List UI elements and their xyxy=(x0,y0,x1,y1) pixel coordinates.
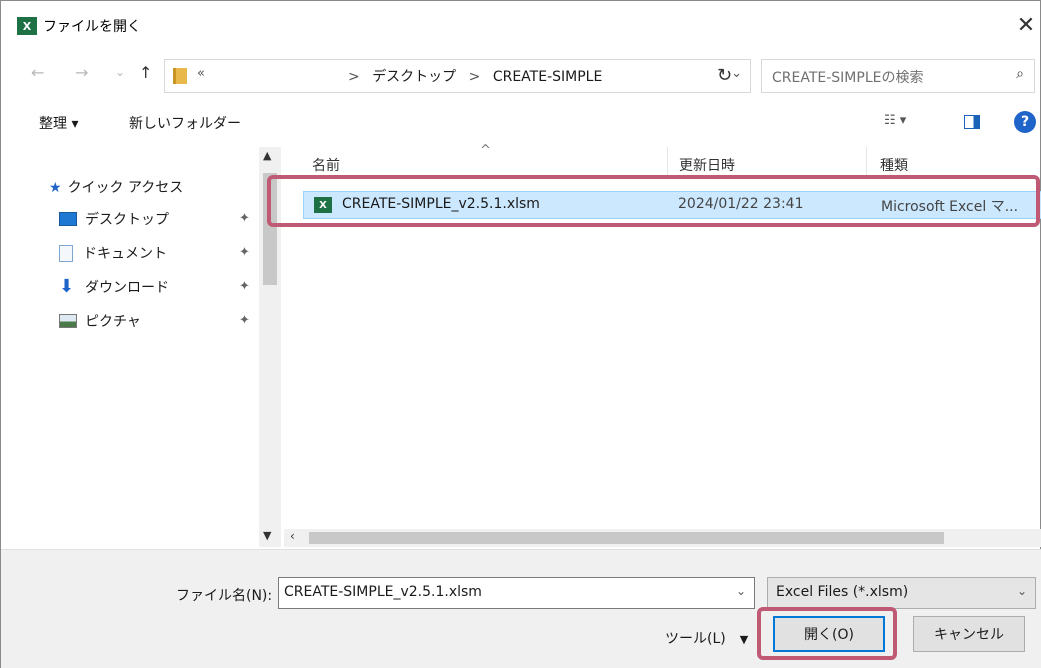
folder-icon xyxy=(173,68,187,84)
breadcrumb: > デスクトップ > CREATE-SIMPLE xyxy=(340,66,602,86)
filetype-select[interactable]: Excel Files (*.xlsm) ⌄ xyxy=(767,577,1036,609)
column-header-modified[interactable]: 更新日時 xyxy=(679,155,735,175)
quick-access-header[interactable]: ★ クイック アクセス xyxy=(49,177,183,197)
pictures-icon xyxy=(59,314,77,328)
breadcrumb-item-desktop[interactable]: デスクトップ xyxy=(372,69,456,85)
excel-app-icon: X xyxy=(17,17,37,35)
chevron-down-icon[interactable]: ⌄ xyxy=(1017,584,1027,598)
refresh-icon[interactable]: ↻ xyxy=(717,65,732,86)
scroll-up-icon[interactable]: ▲ xyxy=(263,149,271,162)
open-file-dialog: X ファイルを開く ✕ ← → ⌄ ↑ « > デスクトップ > CREATE-… xyxy=(0,0,1041,668)
address-bar[interactable]: « > デスクトップ > CREATE-SIMPLE ⌄ xyxy=(164,59,751,93)
new-folder-button[interactable]: 新しいフォルダー xyxy=(129,113,241,133)
command-toolbar: 整理 ▾ 新しいフォルダー ☷ ▾ ? xyxy=(1,103,1041,143)
help-icon[interactable]: ? xyxy=(1014,111,1036,133)
navigation-pane: ★ クイック アクセス デスクトップ ✦ ドキュメント ✦ ⬇ ダウンロード ✦ … xyxy=(1,147,284,547)
highlight-frame-open-button xyxy=(757,607,897,660)
search-input[interactable]: CREATE-SIMPLEの検索 ⌕ xyxy=(761,59,1035,93)
sidebar-item-label: ピクチャ xyxy=(85,314,141,330)
preview-pane-icon[interactable] xyxy=(964,115,980,129)
pin-icon[interactable]: ✦ xyxy=(239,279,250,294)
navigation-bar: ← → ⌄ ↑ « > デスクトップ > CREATE-SIMPLE ⌄ ↻ C… xyxy=(1,55,1041,95)
view-options-icon[interactable]: ☷ ▾ xyxy=(884,113,906,128)
address-dropdown-icon[interactable]: ⌄ xyxy=(731,66,742,81)
scrollbar-thumb[interactable] xyxy=(309,532,944,544)
filename-field[interactable]: CREATE-SIMPLE_v2.5.1.xlsm ⌄ xyxy=(278,577,755,609)
sidebar-item-desktop[interactable]: デスクトップ xyxy=(59,209,169,229)
recent-locations-icon[interactable]: ⌄ xyxy=(115,65,125,79)
sidebar-item-label: ドキュメント xyxy=(83,246,167,262)
filetype-value: Excel Files (*.xlsm) xyxy=(776,584,909,600)
filename-value: CREATE-SIMPLE_v2.5.1.xlsm xyxy=(284,584,482,600)
sidebar-item-pictures[interactable]: ピクチャ xyxy=(59,311,141,331)
tools-label: ツール(L) xyxy=(665,631,726,647)
quick-access-label: クイック アクセス xyxy=(67,180,184,196)
sidebar-item-downloads[interactable]: ⬇ ダウンロード xyxy=(59,277,169,297)
back-arrow-icon[interactable]: ← xyxy=(31,63,44,82)
breadcrumb-separator: > xyxy=(468,69,481,85)
pin-icon[interactable]: ✦ xyxy=(239,245,250,260)
scroll-left-icon[interactable]: ‹ xyxy=(290,529,295,543)
window-title: ファイルを開く xyxy=(43,19,141,35)
pin-icon[interactable]: ✦ xyxy=(239,313,250,328)
close-icon[interactable]: ✕ xyxy=(1012,11,1040,39)
column-header-name[interactable]: 名前 xyxy=(312,155,340,175)
filename-label: ファイル名(N): xyxy=(176,588,273,604)
horizontal-scrollbar[interactable]: ‹ xyxy=(284,529,1041,547)
breadcrumb-item-create-simple[interactable]: CREATE-SIMPLE xyxy=(493,69,602,85)
sidebar-item-label: デスクトップ xyxy=(85,212,169,228)
sidebar-item-documents[interactable]: ドキュメント xyxy=(59,243,167,263)
forward-arrow-icon[interactable]: → xyxy=(75,63,88,82)
caret-down-icon: ▼ xyxy=(739,633,749,646)
cancel-button[interactable]: キャンセル xyxy=(913,616,1025,652)
column-header-type[interactable]: 種類 xyxy=(880,155,908,175)
sort-ascending-icon: ^ xyxy=(480,143,491,158)
desktop-icon xyxy=(59,212,77,226)
scroll-down-icon[interactable]: ▼ xyxy=(263,529,271,542)
breadcrumb-separator: > xyxy=(348,69,360,85)
search-placeholder: CREATE-SIMPLEの検索 xyxy=(772,70,924,86)
tools-menu-button[interactable]: ツール(L) ▼ xyxy=(665,628,748,648)
highlight-frame-file xyxy=(267,175,1040,227)
title-bar: X ファイルを開く ✕ xyxy=(1,1,1041,49)
star-icon: ★ xyxy=(49,180,62,196)
search-icon[interactable]: ⌕ xyxy=(1016,66,1024,82)
document-icon xyxy=(59,244,73,262)
download-icon: ⬇ xyxy=(59,276,75,297)
chevron-down-icon[interactable]: ⌄ xyxy=(736,584,746,598)
pin-icon[interactable]: ✦ xyxy=(239,211,250,226)
breadcrumb-overflow-icon[interactable]: « xyxy=(197,66,205,81)
up-arrow-icon[interactable]: ↑ xyxy=(139,63,152,82)
sidebar-item-label: ダウンロード xyxy=(85,280,169,296)
organize-menu-button[interactable]: 整理 ▾ xyxy=(39,113,78,133)
